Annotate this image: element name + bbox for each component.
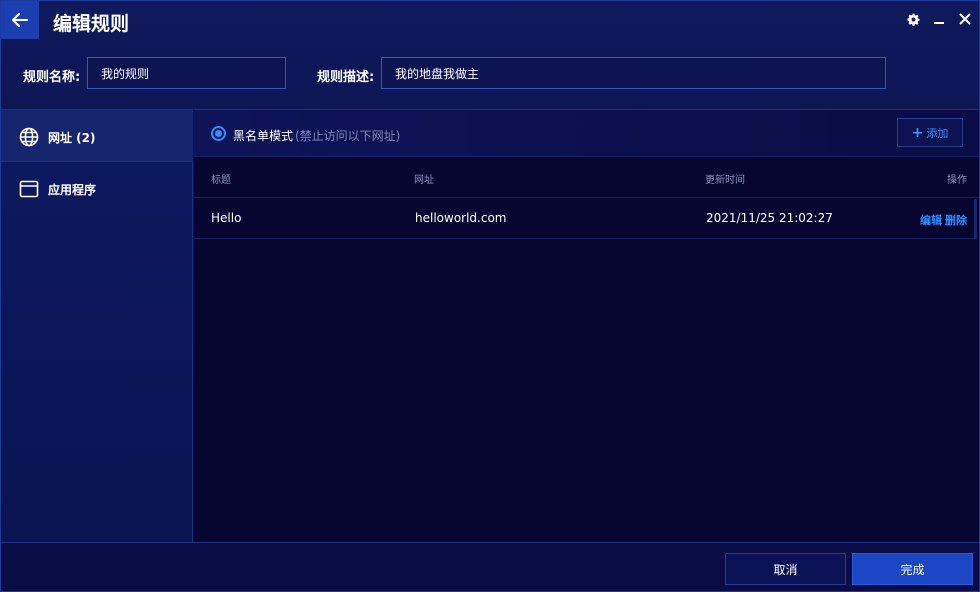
table-header: 标题 网址 更新时间 操作: [194, 158, 979, 198]
column-header-title: 标题: [211, 175, 231, 186]
column-header-updated: 更新时间: [705, 175, 745, 186]
cell-url: helloworld.com: [415, 211, 507, 225]
blacklist-mode-radio[interactable]: [211, 126, 226, 141]
delete-link[interactable]: 删除: [945, 212, 967, 228]
rule-name-label: 规则名称:: [23, 70, 81, 85]
edit-rule-window: 编辑规则 规则名称: 我的规则 规则描述: 我的地盘我做主 网址 (2) 应用程…: [0, 0, 980, 592]
title-bar: 编辑规则: [1, 1, 979, 41]
minimize-button[interactable]: [931, 11, 947, 27]
cell-title: Hello: [211, 211, 242, 225]
mode-note: (禁止访问以下网址): [295, 129, 401, 143]
footer: 取消 完成: [1, 542, 979, 591]
column-header-actions: 操作: [947, 175, 967, 186]
add-button-label: 添加: [926, 126, 949, 140]
add-button[interactable]: + 添加: [897, 118, 963, 147]
settings-button[interactable]: [905, 11, 921, 27]
rule-fields: 规则名称: 我的规则 规则描述: 我的地盘我做主: [1, 41, 979, 107]
sidebar-item-urls[interactable]: 网址 (2): [1, 110, 193, 162]
done-button[interactable]: 完成: [852, 553, 973, 585]
window-controls: [905, 11, 973, 27]
column-header-url: 网址: [414, 175, 434, 186]
url-list-panel: 黑名单模式 (禁止访问以下网址) + 添加 标题 网址 更新时间 操作 Hell…: [194, 109, 979, 542]
edit-link[interactable]: 编辑: [920, 212, 942, 228]
gear-icon: [906, 13, 920, 26]
cell-updated: 2021/11/25 21:02:27: [706, 211, 833, 225]
plus-icon: +: [911, 124, 924, 141]
close-button[interactable]: [957, 11, 973, 27]
cancel-button[interactable]: 取消: [725, 553, 846, 585]
mode-bar: 黑名单模式 (禁止访问以下网址) + 添加: [194, 110, 979, 157]
sidebar-item-apps[interactable]: 应用程序: [1, 162, 193, 214]
rule-name-input[interactable]: 我的规则: [87, 57, 286, 89]
page-title: 编辑规则: [53, 13, 130, 35]
sidebar-item-label: 应用程序: [48, 183, 97, 197]
globe-icon: [19, 127, 39, 147]
mode-label: 黑名单模式: [233, 129, 294, 143]
back-button[interactable]: [1, 1, 39, 39]
close-icon: [959, 13, 971, 25]
minimize-icon: [934, 22, 944, 24]
table-row[interactable]: Hello helloworld.com 2021/11/25 21:02:27…: [194, 199, 974, 239]
sidebar: 网址 (2) 应用程序: [1, 109, 193, 542]
rule-desc-input[interactable]: 我的地盘我做主: [381, 57, 886, 89]
scrollbar[interactable]: [974, 199, 977, 239]
sidebar-item-label: 网址 (2): [48, 131, 96, 145]
rule-desc-label: 规则描述:: [317, 70, 375, 85]
app-window-icon: [19, 180, 39, 198]
arrow-left-icon: [12, 13, 28, 27]
